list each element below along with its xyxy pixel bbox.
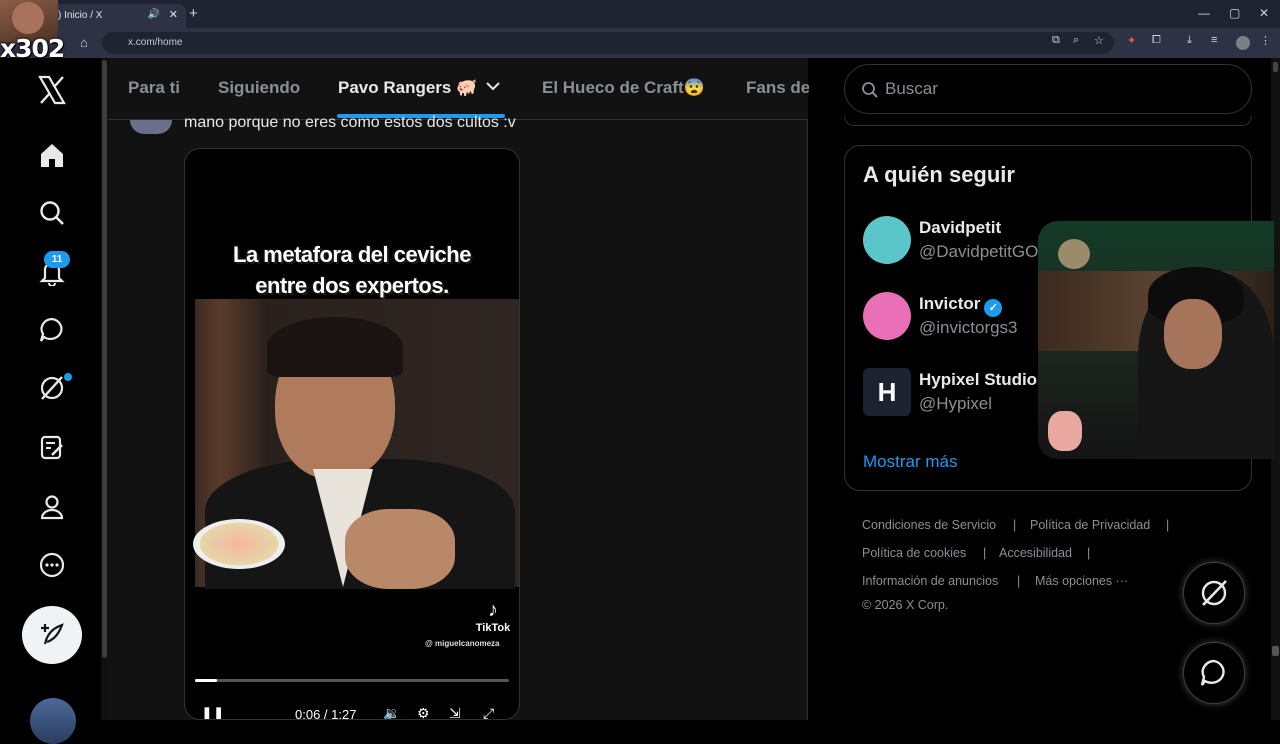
scroll-up-arrow-icon[interactable] — [1273, 62, 1278, 72]
left-nav: 11 — [0, 58, 100, 744]
feed-tabs: Para ti Siguiendo Pavo Rangers 🐖 El Huec… — [108, 58, 810, 120]
close-icon[interactable]: ✕ — [169, 8, 178, 21]
chevron-down-icon[interactable] — [485, 78, 501, 99]
tab-el-hueco-de-craft[interactable]: El Hueco de Craft😨 — [542, 78, 705, 98]
footer-separator: | — [1087, 546, 1091, 560]
menu-icon[interactable]: ⋮ — [1260, 34, 1271, 47]
pip-icon[interactable]: ⇲ — [449, 705, 461, 719]
video-progress-fill — [195, 679, 217, 682]
extensions-puzzle-icon[interactable]: ⧠ — [1152, 34, 1161, 47]
search-placeholder: Buscar — [885, 79, 938, 98]
microphone — [1058, 239, 1090, 269]
pause-icon[interactable]: ❚❚ — [201, 705, 224, 719]
pig-sticker — [1048, 411, 1082, 451]
tab-pavo-rangers[interactable]: Pavo Rangers 🐖 — [338, 78, 477, 98]
messages-icon[interactable] — [36, 314, 68, 346]
show-more-link[interactable]: Mostrar más — [863, 452, 957, 472]
tiktok-username: @ miguelcanomeza — [425, 639, 500, 648]
footer-link-privacy[interactable]: Política de Privacidad — [1030, 518, 1150, 532]
video-player[interactable]: La metafora del ceviche entre dos expert… — [184, 148, 520, 720]
video-progress-bar[interactable] — [195, 679, 509, 682]
profile-icon[interactable] — [36, 491, 68, 523]
footer-link-terms[interactable]: Condiciones de Servicio — [862, 518, 996, 532]
browser-tab-strip: ) Inicio / X 🔊 ✕ + — ▢ ✕ — [0, 0, 1280, 28]
more-icon[interactable] — [36, 549, 68, 581]
search-input[interactable]: Buscar — [844, 64, 1252, 114]
streamer-webcam-overlay — [1038, 221, 1274, 459]
fullscreen-icon[interactable]: ⤢ — [483, 705, 494, 719]
verified-badge-icon: ✓ — [984, 299, 1003, 317]
video-time: 0:06 / 1:27 — [295, 707, 357, 720]
footer-separator: | — [1013, 518, 1017, 532]
messages-fab[interactable] — [1183, 642, 1245, 704]
avatar[interactable] — [863, 216, 911, 264]
tiktok-watermark: ♪ TikTok — [475, 599, 511, 634]
tab-title: ) Inicio / X — [58, 10, 103, 21]
address-bar[interactable]: x.com/home — [102, 32, 1114, 54]
footer-link-ads-info[interactable]: Información de anuncios — [862, 574, 998, 588]
footer-link-cookies[interactable]: Política de cookies — [862, 546, 966, 560]
account-avatar[interactable] — [30, 698, 76, 744]
download-icon[interactable]: ⤓ — [1187, 34, 1192, 47]
main-feed: Para ti Siguiendo Pavo Rangers 🐖 El Huec… — [108, 58, 810, 720]
close-window-button[interactable]: ✕ — [1259, 6, 1269, 20]
footer-link-more-options[interactable]: Más opciones ··· — [1035, 574, 1128, 588]
footer-separator: | — [983, 546, 987, 560]
account-handle: @Hypixel — [919, 394, 992, 413]
tab-para-ti[interactable]: Para ti — [128, 78, 180, 98]
footer-link-accessibility[interactable]: Accesibilidad — [999, 546, 1072, 560]
messages-icon — [1200, 659, 1225, 686]
account-name[interactable]: Davidpetit — [919, 218, 1001, 238]
account-name[interactable]: Invictor ✓ — [919, 294, 1003, 317]
account-name[interactable]: Hypixel Studios — [919, 370, 1047, 390]
notifications-badge: 11 — [44, 251, 70, 268]
avatar[interactable] — [863, 292, 911, 340]
stream-counter: x302 — [0, 34, 65, 63]
tab-siguiendo[interactable]: Siguiendo — [218, 78, 300, 98]
tab-fans-de[interactable]: Fans de — [746, 78, 810, 98]
maximize-button[interactable]: ▢ — [1229, 6, 1240, 20]
speaker-icon[interactable]: 🔊 — [148, 9, 160, 20]
new-tab-button[interactable]: + — [189, 5, 198, 22]
grok-notification-dot — [64, 373, 72, 381]
cast-icon[interactable]: ⧉ — [1052, 34, 1060, 47]
footer-separator: | — [1166, 518, 1170, 532]
video-caption: La metafora del ceviche entre dos expert… — [233, 242, 471, 298]
compose-icon — [41, 623, 64, 645]
url-text: x.com/home — [128, 37, 183, 48]
account-handle: @DavidpetitGO — [919, 242, 1039, 261]
x-logo-icon[interactable] — [36, 74, 68, 106]
post-author-avatar[interactable] — [130, 120, 172, 134]
bookmark-star-icon[interactable]: ☆ — [1094, 34, 1104, 47]
extension-icon[interactable]: ✦ — [1127, 34, 1136, 47]
settings-gear-icon[interactable]: ⚙ — [417, 705, 430, 719]
compose-button[interactable] — [22, 606, 82, 664]
card-bottom-edge — [844, 116, 1252, 126]
search-icon[interactable] — [36, 197, 68, 229]
zoom-icon[interactable]: ⌕ — [1073, 34, 1079, 47]
copyright: © 2026 X Corp. — [862, 598, 949, 612]
home-icon[interactable] — [36, 139, 68, 171]
who-to-follow-title: A quién seguir — [863, 162, 1015, 187]
lists-icon[interactable] — [36, 431, 68, 463]
browser-tab[interactable]: ) Inicio / X 🔊 ✕ — [48, 4, 186, 28]
footer-separator: | — [1017, 574, 1021, 588]
browser-toolbar: ⌂ x.com/home ⧉ ⌕ ☆ ✦ ⧠ ⤓ ≡ ⋮ — [0, 28, 1280, 58]
tiktok-logo-icon: ♪ — [488, 599, 498, 621]
grok-icon — [1201, 580, 1227, 606]
left-scrollbar-thumb[interactable] — [102, 60, 107, 658]
profile-avatar[interactable] — [1236, 36, 1250, 50]
ceviche-sticker — [193, 519, 285, 569]
minimize-button[interactable]: — — [1198, 6, 1210, 20]
grok-fab[interactable] — [1183, 562, 1245, 624]
post-text: mano porque no eres como estos dos culto… — [184, 114, 516, 131]
volume-icon[interactable]: 🔉 — [383, 705, 400, 719]
avatar[interactable]: H — [863, 368, 911, 416]
media-icon[interactable]: ≡ — [1211, 34, 1217, 46]
account-handle: @invictorgs3 — [919, 318, 1018, 337]
search-icon — [861, 81, 879, 104]
home-icon[interactable]: ⌂ — [80, 35, 88, 50]
right-scrollbar-thumb[interactable] — [1272, 646, 1279, 656]
